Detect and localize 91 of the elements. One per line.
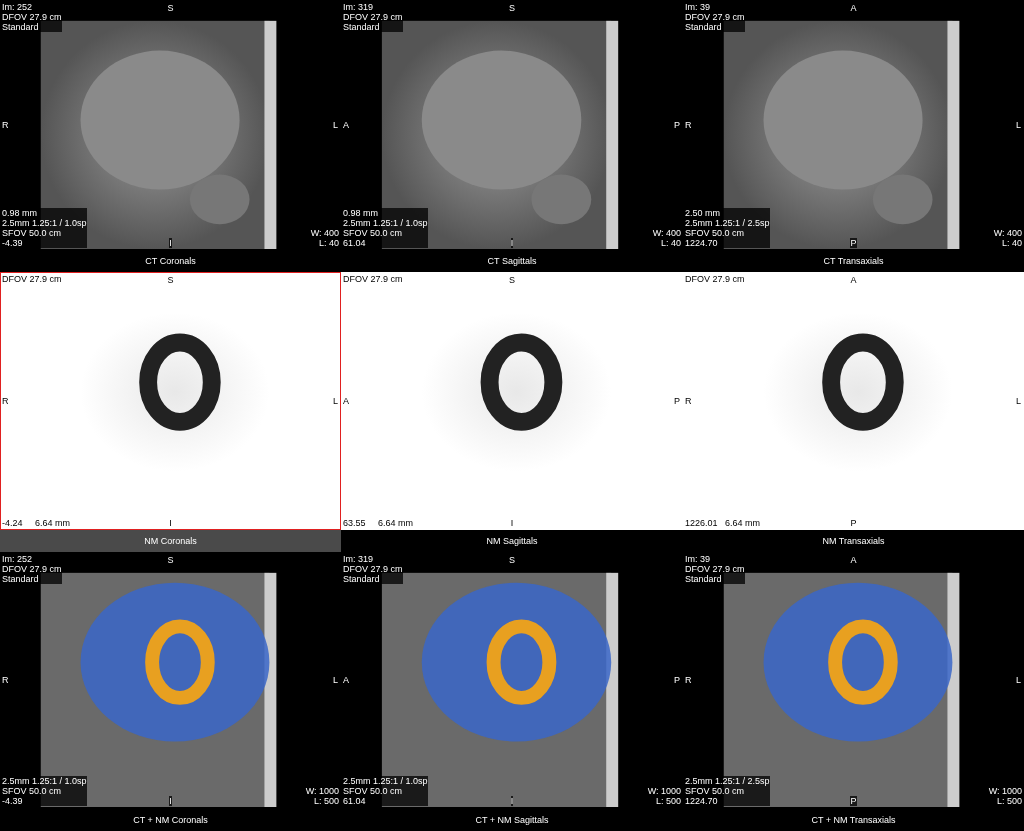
orientation-label: A <box>850 3 857 13</box>
overlay-text: L: 40 <box>1001 238 1022 248</box>
overlay-text: DFOV 27.9 cm <box>685 564 745 574</box>
orientation-label: A <box>850 555 857 565</box>
overlay-text: W: 1000 <box>988 786 1022 796</box>
overlay-text: L: 40 <box>660 238 681 248</box>
orientation-label: R <box>2 396 9 406</box>
overlay-text: 1226.01 6.64 mm <box>685 518 761 528</box>
overlay-text: 2.5mm 1.25:1 / 2.5sp <box>685 218 770 228</box>
orientation-label: I <box>510 518 514 528</box>
overlay-text: Standard <box>343 574 403 584</box>
overlay-text: -4.24 6.64 mm <box>2 518 71 528</box>
overlay-text: L: 500 <box>996 796 1022 806</box>
overlay-text: W: 400 <box>652 228 681 238</box>
overlay-text: L: 500 <box>655 796 681 806</box>
overlay-text: W: 400 <box>310 228 339 238</box>
image-viewport[interactable]: DFOV 27.9 cm S I A P 63.55 6.64 mm <box>341 272 683 530</box>
orientation-label: A <box>850 275 857 285</box>
overlay-text: 61.04 <box>343 238 428 248</box>
overlay-text: W: 400 <box>993 228 1022 238</box>
overlay-text: SFOV 50.0 cm <box>343 786 428 796</box>
orientation-label: A <box>343 396 349 406</box>
overlay-text: 61.04 <box>343 796 428 806</box>
orientation-label: P <box>850 238 857 248</box>
orientation-label: P <box>674 120 680 130</box>
orientation-label: A <box>343 120 349 130</box>
overlay-text: SFOV 50.0 cm <box>685 786 770 796</box>
orientation-label: S <box>509 275 515 285</box>
orientation-label: L <box>1016 396 1021 406</box>
overlay-text: L: 500 <box>313 796 339 806</box>
overlay-text: 63.55 6.64 mm <box>343 518 414 528</box>
overlay-text: -4.39 <box>2 238 87 248</box>
overlay-text: L: 40 <box>318 238 339 248</box>
overlay-text: DFOV 27.9 cm <box>2 564 62 574</box>
orientation-label: R <box>2 675 9 685</box>
overlay-text: SFOV 50.0 cm <box>2 228 87 238</box>
orientation-label: P <box>674 396 680 406</box>
overlay-text: SFOV 50.0 cm <box>2 786 87 796</box>
overlay-text: DFOV 27.9 cm <box>2 274 62 284</box>
orientation-label: A <box>343 675 349 685</box>
orientation-label: I <box>510 238 514 248</box>
overlay-text: W: 1000 <box>305 786 339 796</box>
overlay-text: -4.39 <box>2 796 87 806</box>
overlay-text: 0.98 mm <box>2 208 87 218</box>
orientation-label: S <box>167 3 174 13</box>
orientation-label: S <box>167 555 174 565</box>
orientation-label: R <box>685 120 692 130</box>
orientation-label: P <box>850 518 857 528</box>
overlay-text: W: 1000 <box>647 786 681 796</box>
orientation-label: L <box>1016 120 1021 130</box>
orientation-label: I <box>169 238 172 248</box>
overlay-text: Standard <box>2 574 62 584</box>
overlay-text: 2.5mm 1.25:1 / 1.0sp <box>343 776 428 786</box>
overlay-text: Standard <box>685 574 745 584</box>
orientation-label: R <box>685 675 692 685</box>
overlay-text: DFOV 27.9 cm <box>343 274 403 284</box>
overlay-text: DFOV 27.9 cm <box>343 12 403 22</box>
orientation-label: P <box>674 675 680 685</box>
orientation-label: R <box>2 120 9 130</box>
overlay-text: DFOV 27.9 cm <box>343 564 403 574</box>
image-viewport[interactable]: DFOV 27.9 cm S I R L -4.24 6.64 mm <box>0 272 341 530</box>
overlay-text: DFOV 27.9 cm <box>685 274 745 284</box>
overlay-text: 0.98 mm <box>343 208 428 218</box>
overlay-text: 2.50 mm <box>685 208 770 218</box>
viewport-caption: NM Coronals <box>0 530 341 552</box>
orientation-label: S <box>167 275 174 285</box>
overlay-text: Standard <box>343 22 403 32</box>
overlay-text: Standard <box>2 22 62 32</box>
overlay-text: 2.5mm 1.25:1 / 1.0sp <box>343 218 428 228</box>
overlay-text: Standard <box>685 22 745 32</box>
overlay-text: SFOV 50.0 cm <box>343 228 428 238</box>
orientation-label: R <box>685 396 692 406</box>
image-viewport[interactable]: DFOV 27.9 cm A P R L 1226.01 6.64 mm <box>683 272 1024 530</box>
orientation-label: L <box>333 120 338 130</box>
overlay-text: 1224.70 <box>685 796 770 806</box>
orientation-label: I <box>169 518 172 528</box>
orientation-label: L <box>1016 675 1021 685</box>
orientation-label: L <box>333 396 338 406</box>
overlay-text: 2.5mm 1.25:1 / 1.0sp <box>2 776 87 786</box>
orientation-label: I <box>510 796 514 806</box>
overlay-text: SFOV 50.0 cm <box>685 228 770 238</box>
overlay-text: 1224.70 <box>685 238 770 248</box>
overlay-text: DFOV 27.9 cm <box>2 12 62 22</box>
overlay-text: 2.5mm 1.25:1 / 1.0sp <box>2 218 87 228</box>
orientation-label: L <box>333 675 338 685</box>
orientation-label: S <box>509 555 515 565</box>
orientation-label: I <box>169 796 172 806</box>
orientation-label: P <box>850 796 857 806</box>
orientation-label: S <box>509 3 515 13</box>
overlay-text: DFOV 27.9 cm <box>685 12 745 22</box>
overlay-text: 2.5mm 1.25:1 / 2.5sp <box>685 776 770 786</box>
